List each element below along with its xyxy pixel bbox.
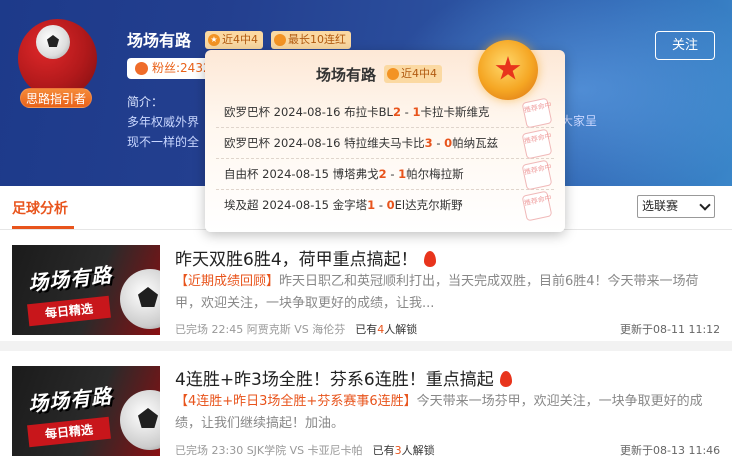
- unlock-count: 已有3人解锁: [373, 444, 435, 457]
- recent-record-text: 近4中4: [222, 33, 258, 46]
- article-meta: 已完场 23:30 SJK学院 VS 卡亚尼卡帕 已有3人解锁: [175, 442, 435, 458]
- thumb-title: 场场有路: [27, 383, 114, 417]
- thumb-subtitle: 每日精选: [27, 416, 111, 448]
- football-icon: [120, 390, 160, 450]
- star-icon: ★: [208, 34, 220, 46]
- fire-icon: [274, 34, 286, 46]
- score-sep: -: [432, 136, 445, 150]
- article-summary: 【近期成绩回顾】昨天日职乙和英冠顺利打出，当天完成双胜，目前6胜4！今天带来一场…: [175, 271, 715, 315]
- avatar[interactable]: [18, 19, 97, 98]
- hit-stamp-icon: 推荐命中: [521, 128, 552, 160]
- popup-badge-text: 近4中4: [401, 67, 437, 80]
- article-item[interactable]: 场场有路 每日精选 4连胜+昨3场全胜！芬系6连胜！重点搞起 【4连胜+昨日3场…: [0, 351, 732, 461]
- away-score: 1: [398, 167, 407, 181]
- article-title-text: 昨天双胜6胜4，荷甲重点搞起！: [175, 250, 418, 270]
- page: 思路指引者 场场有路 ★ 近4中4 最长10连红 粉丝:2432 简介： 多年权威…: [0, 0, 732, 461]
- record-match: 欧罗巴杯 2024-08-16 特拉维夫马卡比: [224, 136, 425, 150]
- fans-icon: [135, 62, 148, 75]
- away-team: 帕尔梅拉斯: [406, 167, 464, 181]
- away-team: 帕纳瓦兹: [452, 136, 499, 150]
- article-title[interactable]: 昨天双胜6胜4，荷甲重点搞起！: [175, 245, 436, 270]
- fans-text: 粉丝:2432: [152, 61, 211, 75]
- record-match: 埃及超 2024-08-15 金字塔: [224, 198, 368, 212]
- record-row[interactable]: 欧罗巴杯 2024-08-16 特拉维夫马卡比3 - 0帕纳瓦兹 推荐命中: [216, 128, 554, 160]
- streak-text: 最长10连红: [288, 33, 346, 46]
- football-icon: [36, 25, 70, 59]
- intro-label: 简介：: [127, 95, 164, 109]
- football-icon: [120, 269, 160, 329]
- match-info: 已完场 23:30 SJK学院 VS 卡亚尼卡帕: [175, 444, 363, 457]
- chevron-down-icon: [699, 199, 711, 211]
- home-score: 2: [378, 167, 387, 181]
- tab-active-indicator: [12, 226, 74, 229]
- intro-tail: 大家呈: [561, 114, 598, 128]
- popup-record-badge: 近4中4: [384, 65, 442, 83]
- streak-badge[interactable]: 最长10连红: [271, 31, 351, 49]
- unlock-post: 人解锁: [384, 323, 418, 336]
- article-item[interactable]: 场场有路 每日精选 昨天双胜6胜4，荷甲重点搞起！ 【近期成绩回顾】昨天日职乙和…: [0, 231, 732, 347]
- unlock-pre: 已有: [372, 444, 395, 457]
- fire-icon: [423, 251, 436, 267]
- avatar-tag: 思路指引者: [20, 88, 92, 108]
- home-score: 2: [392, 105, 401, 119]
- tab-football-analysis[interactable]: 足球分析: [12, 198, 68, 218]
- summary-highlight: 【近期成绩回顾】: [175, 274, 280, 289]
- unlock-number: 3: [394, 444, 402, 457]
- record-row[interactable]: 埃及超 2024-08-15 金字塔1 - 0El达克尔斯野 推荐命中: [216, 190, 554, 222]
- away-score: 0: [386, 198, 395, 212]
- article-summary: 【4连胜+昨日3场全胜+芬系赛事6连胜】今天带来一场芬甲，欢迎关注，一块争取更好…: [175, 391, 715, 435]
- record-row[interactable]: 自由杯 2024-08-15 博塔弗戈2 - 1帕尔梅拉斯 推荐命中: [216, 159, 554, 191]
- record-match: 自由杯 2024-08-15 博塔弗戈: [224, 167, 379, 181]
- record-match: 欧罗巴杯 2024-08-16 布拉卡BL: [224, 105, 393, 119]
- author-name: 场场有路: [127, 31, 192, 50]
- league-select[interactable]: 选联赛: [637, 195, 715, 218]
- home-score: 3: [424, 136, 433, 150]
- article-title[interactable]: 4连胜+昨3场全胜！芬系6连胜！重点搞起: [175, 365, 512, 390]
- divider: [0, 341, 732, 351]
- star-icon: [387, 68, 399, 80]
- article-meta: 已完场 22:45 阿贾克斯 VS 海伦芬 已有4人解锁: [175, 321, 417, 337]
- recent-record-badge[interactable]: ★ 近4中4: [205, 31, 263, 49]
- article-thumbnail[interactable]: 场场有路 每日精选: [12, 245, 160, 335]
- away-team: El达克尔斯野: [394, 198, 463, 212]
- medal-icon: [478, 40, 538, 100]
- unlock-count: 已有4人解锁: [355, 323, 417, 336]
- hit-stamp-icon: 推荐命中: [521, 97, 552, 129]
- unlock-pre: 已有: [355, 323, 378, 336]
- record-list: 欧罗巴杯 2024-08-16 布拉卡BL2 - 1卡拉卡斯维克 推荐命中 欧罗…: [216, 97, 554, 222]
- updated-time: 更新于08-11 11:12: [620, 323, 721, 336]
- league-select-value: 选联赛: [642, 199, 679, 213]
- thumb-subtitle: 每日精选: [27, 295, 111, 327]
- summary-highlight: 【4连胜+昨日3场全胜+芬系赛事6连胜】: [175, 394, 417, 409]
- thumb-title: 场场有路: [27, 262, 114, 296]
- unlock-post: 人解锁: [401, 444, 435, 457]
- popup-author-name: 场场有路: [316, 66, 377, 84]
- follow-button[interactable]: 关注: [655, 31, 715, 60]
- away-score: 0: [444, 136, 453, 150]
- record-popup: 场场有路 近4中4 欧罗巴杯 2024-08-16 布拉卡BL2 - 1卡拉卡斯…: [205, 40, 565, 232]
- hit-stamp-icon: 推荐命中: [521, 159, 552, 191]
- score-sep: -: [375, 198, 387, 212]
- hit-stamp-icon: 推荐命中: [521, 190, 552, 222]
- score-sep: -: [386, 167, 399, 181]
- fire-icon: [499, 371, 512, 387]
- match-info: 已完场 22:45 阿贾克斯 VS 海伦芬: [175, 323, 346, 336]
- record-row[interactable]: 欧罗巴杯 2024-08-16 布拉卡BL2 - 1卡拉卡斯维克 推荐命中: [216, 97, 554, 129]
- home-score: 1: [367, 198, 376, 212]
- score-sep: -: [400, 105, 413, 119]
- updated-time: 更新于08-13 11:46: [620, 444, 721, 457]
- article-thumbnail[interactable]: 场场有路 每日精选: [12, 366, 160, 456]
- away-team: 卡拉卡斯维克: [420, 105, 490, 119]
- article-title-text: 4连胜+昨3场全胜！芬系6连胜！重点搞起: [175, 370, 494, 390]
